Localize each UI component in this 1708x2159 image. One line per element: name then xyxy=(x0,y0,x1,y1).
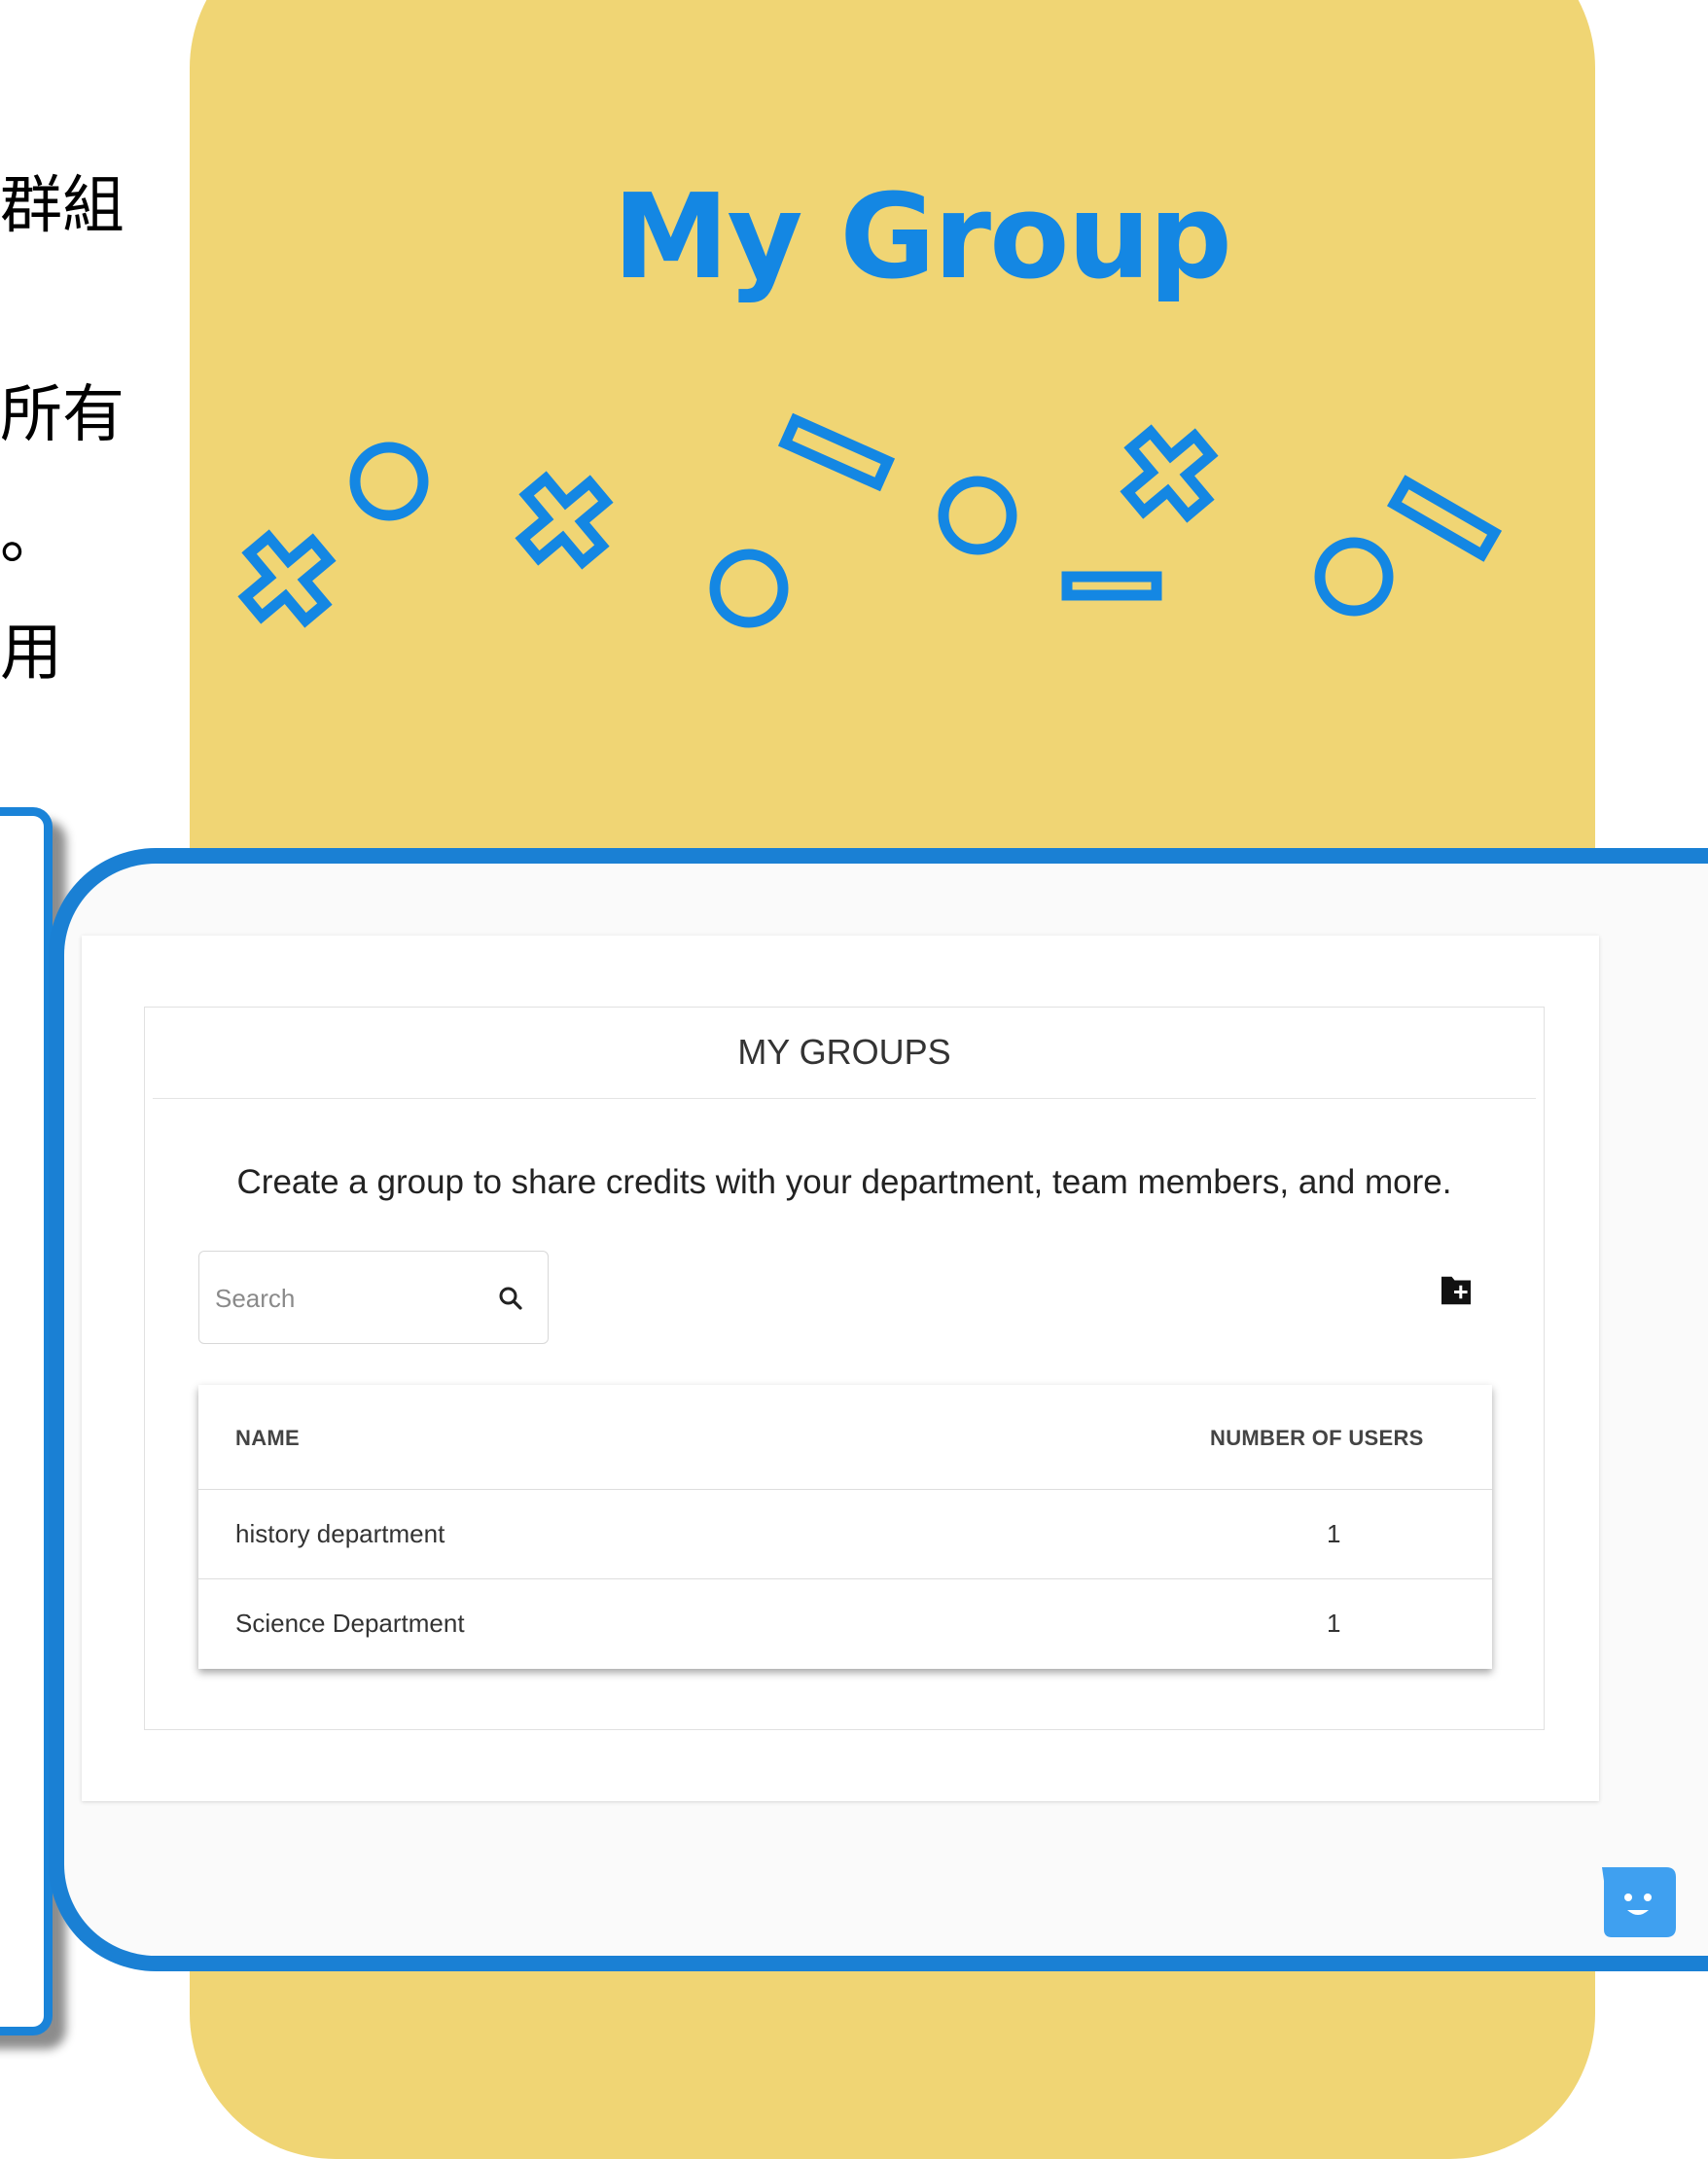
side-text-line-1: 群組 xyxy=(0,170,125,242)
side-text-line-2: 所有 xyxy=(0,379,125,451)
bar-shape-3 xyxy=(1386,475,1503,562)
plus-shape-2 xyxy=(515,471,614,570)
search-icon[interactable] xyxy=(496,1284,525,1313)
page-subtitle: Create a group to share credits with you… xyxy=(236,1163,1452,1201)
groups-card: MY GROUPS Create a group to share credit… xyxy=(82,936,1599,1801)
title-divider xyxy=(153,1098,1536,1099)
bar-shape-2 xyxy=(1061,571,1162,601)
bar-shape-1 xyxy=(777,412,896,492)
column-header-name[interactable]: NAME xyxy=(235,1426,300,1451)
search-box[interactable] xyxy=(198,1251,549,1344)
group-name[interactable]: history department xyxy=(235,1519,445,1549)
decorative-shapes xyxy=(237,412,1503,628)
group-user-count: 1 xyxy=(1327,1519,1341,1548)
table-row[interactable]: Science Department 1 xyxy=(198,1579,1492,1669)
page-title: MY GROUPS xyxy=(737,1032,951,1072)
left-frame xyxy=(0,807,53,2035)
add-folder-icon[interactable] xyxy=(1439,1275,1474,1306)
groups-table: NAME NUMBER OF USERS history department … xyxy=(198,1385,1492,1669)
circle-shape-2 xyxy=(709,549,789,628)
side-text-line-4: 用 xyxy=(0,618,62,690)
side-text-line-3: 。 xyxy=(0,501,62,573)
group-user-count: 1 xyxy=(1327,1609,1341,1638)
search-input[interactable] xyxy=(215,1279,458,1318)
chat-bot-icon[interactable] xyxy=(1598,1865,1678,1945)
table-row[interactable]: history department 1 xyxy=(198,1490,1492,1578)
plus-shape-1 xyxy=(237,529,337,628)
screenshot-frame: MY GROUPS Create a group to share credit… xyxy=(49,848,1708,1971)
circle-shape-1 xyxy=(349,442,429,521)
column-header-users[interactable]: NUMBER OF USERS xyxy=(1210,1426,1424,1451)
circle-shape-3 xyxy=(938,476,1017,555)
groups-panel: MY GROUPS Create a group to share credit… xyxy=(144,1007,1545,1730)
group-name[interactable]: Science Department xyxy=(235,1609,465,1639)
hero-title: My Group xyxy=(613,170,1232,305)
plus-shape-3 xyxy=(1120,424,1219,523)
circle-shape-4 xyxy=(1314,537,1394,617)
